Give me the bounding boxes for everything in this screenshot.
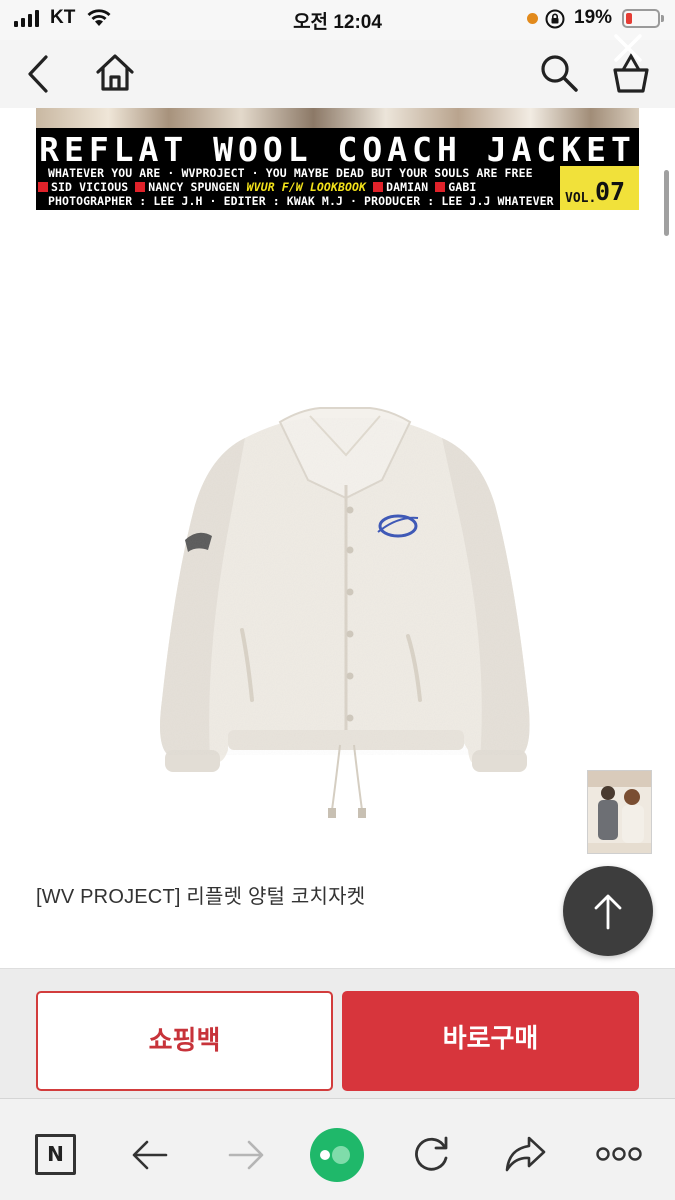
green-dot-icon[interactable]: [309, 1127, 365, 1183]
vol-number: 07: [595, 177, 626, 206]
scroll-to-top-button[interactable]: [563, 866, 653, 956]
red-square-icon: [435, 182, 446, 192]
banner-name-sid: SID VICIOUS: [51, 180, 129, 194]
product-name: [WV PROJECT] 리플렛 양털 코치자켓: [36, 886, 366, 908]
back-arrow-icon[interactable]: [130, 1137, 170, 1173]
banner-name-nancy: NANCY SPUNGEN: [148, 180, 240, 194]
product-image[interactable]: [150, 400, 540, 825]
banner-volume-badge: VOL. 07: [560, 166, 639, 210]
banner-line-1: WHATEVER YOU ARE · WVPROJECT · YOU MAYBE…: [48, 166, 533, 180]
top-nav: [0, 40, 675, 108]
banner-line-2: SID VICIOUS NANCY SPUNGEN WVUR F/W LOOKB…: [38, 181, 548, 194]
red-square-icon: [38, 182, 48, 192]
recording-dot-icon: [527, 13, 538, 24]
red-square-icon: [135, 182, 146, 192]
home-icon[interactable]: [94, 52, 136, 94]
battery-icon: [622, 9, 664, 28]
close-icon[interactable]: [611, 31, 645, 65]
add-to-bag-button[interactable]: 쇼핑백: [36, 991, 333, 1091]
rotation-lock-icon: [545, 9, 565, 29]
buy-now-button[interactable]: 바로구매: [342, 991, 639, 1091]
banner-name-gabi: GABI: [448, 180, 477, 194]
purchase-action-bar: 쇼핑백 바로구매: [0, 968, 675, 1098]
battery-percent: 19%: [574, 7, 613, 28]
banner-line-3: PHOTOGRAPHER : LEE J.H · EDITER : KWAK M…: [48, 194, 554, 208]
forward-arrow-icon[interactable]: [226, 1137, 266, 1173]
refresh-icon[interactable]: [410, 1134, 452, 1176]
back-icon[interactable]: [24, 54, 52, 94]
share-icon[interactable]: [503, 1134, 547, 1174]
more-icon[interactable]: [595, 1143, 643, 1165]
red-square-icon: [373, 182, 384, 192]
thumbnail-image: [588, 771, 651, 853]
search-icon[interactable]: [538, 52, 580, 94]
scrollbar-thumb[interactable]: [664, 170, 669, 236]
product-thumbnail[interactable]: [587, 770, 652, 854]
vol-label: VOL.: [565, 191, 597, 206]
banner-name-damian: DAMIAN: [386, 180, 429, 194]
banner-photo-strip: [36, 108, 639, 128]
browser-toolbar: N: [0, 1098, 675, 1200]
arrow-up-icon: [594, 894, 622, 930]
banner-lookbook: WVUR F/W LOOKBOOK: [246, 180, 367, 194]
naver-home-icon[interactable]: N: [35, 1134, 76, 1175]
status-bar: KT 오전 12:04 19%: [0, 0, 675, 40]
